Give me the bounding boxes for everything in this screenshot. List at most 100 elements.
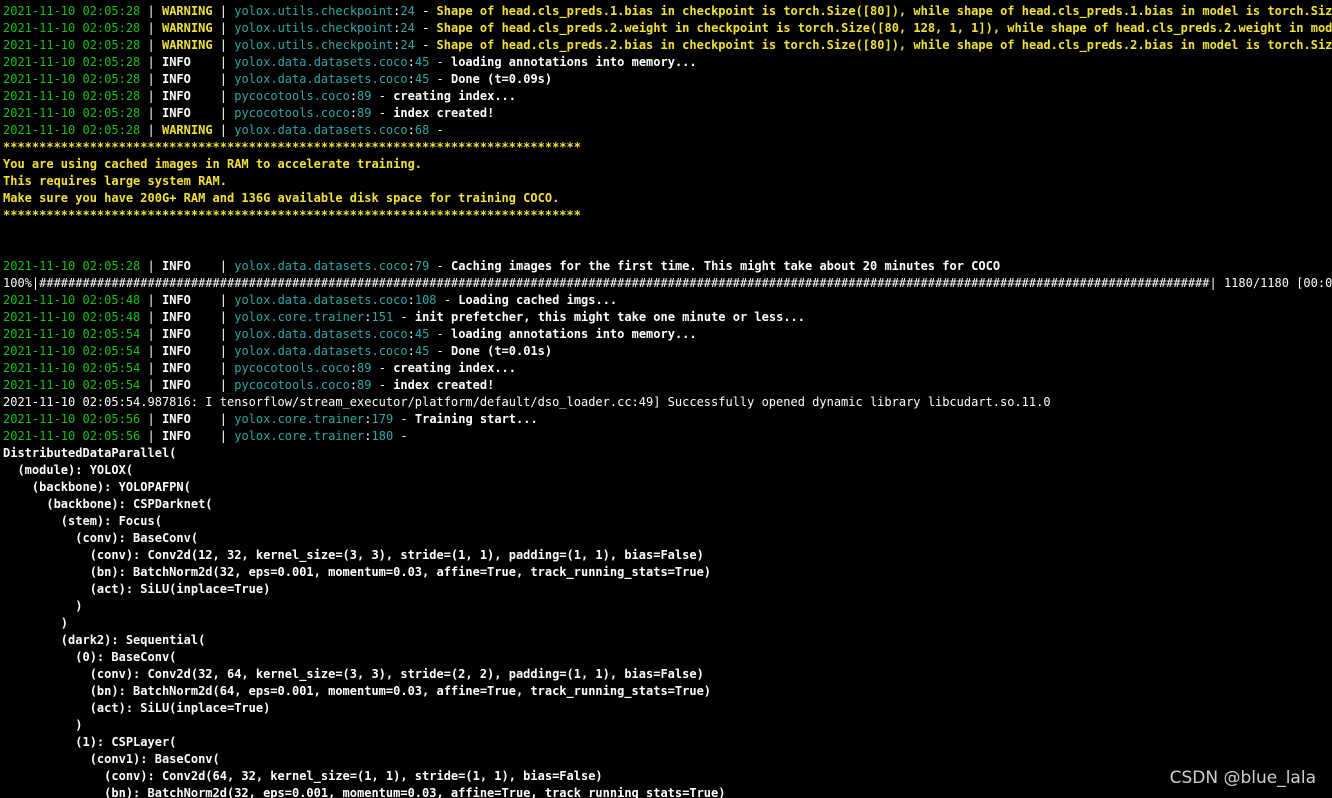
warning-banner-line: ****************************************… bbox=[3, 139, 581, 156]
log-module: yolox.data.datasets.coco bbox=[234, 344, 408, 358]
log-line: 2021-11-10 02:05:28 | WARNING | yolox.ut… bbox=[3, 20, 1332, 37]
model-tree-text: (conv): BaseConv( bbox=[3, 531, 199, 545]
log-timestamp: 2021-11-10 02:05:56 bbox=[3, 429, 141, 443]
log-line: 2021-11-10 02:05:28 | INFO | yolox.data.… bbox=[3, 71, 552, 88]
model-tree-text: (conv): Conv2d(32, 64, kernel_size=(3, 3… bbox=[3, 667, 704, 681]
model-tree-text: ) bbox=[3, 599, 83, 613]
log-line: 2021-11-10 02:05:54 | INFO | pycocotools… bbox=[3, 360, 516, 377]
log-dash: - bbox=[429, 55, 451, 69]
plain-text: 2021-11-10 02:05:54.987816: I tensorflow… bbox=[3, 395, 1051, 409]
log-message: index created! bbox=[393, 378, 495, 392]
log-timestamp: 2021-11-10 02:05:28 bbox=[3, 106, 141, 120]
log-message: index created! bbox=[393, 106, 495, 120]
log-dash: - bbox=[371, 378, 394, 392]
log-timestamp: 2021-11-10 02:05:28 bbox=[3, 4, 141, 18]
log-line: 2021-11-10 02:05:28 | WARNING | yolox.da… bbox=[3, 122, 451, 139]
log-colon: : bbox=[407, 293, 415, 307]
model-tree-text: (conv): Conv2d(64, 32, kernel_size=(1, 1… bbox=[3, 769, 603, 783]
log-separator: | bbox=[140, 378, 162, 392]
log-message: Done (t=0.09s) bbox=[450, 72, 553, 86]
log-message: loading annotations into memory... bbox=[450, 327, 697, 341]
model-tree-text: DistributedDataParallel( bbox=[3, 446, 177, 460]
log-line-number: 68 bbox=[414, 123, 430, 137]
warning-banner-line: ****************************************… bbox=[3, 207, 581, 224]
model-tree-text: (bn): BatchNorm2d(32, eps=0.001, momentu… bbox=[3, 786, 726, 798]
log-separator: | bbox=[140, 310, 162, 324]
log-level: INFO bbox=[161, 106, 220, 120]
log-timestamp: 2021-11-10 02:05:54 bbox=[3, 378, 141, 392]
log-message: loading annotations into memory... bbox=[450, 55, 697, 69]
log-timestamp: 2021-11-10 02:05:28 bbox=[3, 21, 141, 35]
log-level: INFO bbox=[161, 327, 220, 341]
log-line-number: 45 bbox=[414, 327, 430, 341]
log-module: yolox.utils.checkpoint bbox=[234, 38, 394, 52]
log-separator: | bbox=[140, 21, 162, 35]
log-separator: | bbox=[140, 293, 162, 307]
log-level: WARNING bbox=[161, 123, 220, 137]
warning-banner-line: This requires large system RAM. bbox=[3, 173, 227, 190]
log-level: INFO bbox=[161, 429, 220, 443]
model-tree-line: (module): YOLOX( bbox=[3, 462, 133, 479]
model-tree-text: (1): CSPLayer( bbox=[3, 735, 177, 749]
log-message: init prefetcher, this might take one min… bbox=[414, 310, 806, 324]
log-separator: | bbox=[140, 55, 162, 69]
log-module: yolox.data.datasets.coco bbox=[234, 123, 408, 137]
log-level: INFO bbox=[161, 55, 220, 69]
log-timestamp: 2021-11-10 02:05:28 bbox=[3, 259, 141, 273]
log-separator: | bbox=[219, 259, 235, 273]
banner-text: ****************************************… bbox=[3, 140, 581, 154]
log-separator: | bbox=[219, 123, 235, 137]
log-dash: - bbox=[393, 310, 415, 324]
model-tree-line: ) bbox=[3, 598, 82, 615]
log-line-number: 79 bbox=[414, 259, 430, 273]
log-message: Caching images for the first time. This … bbox=[450, 259, 1001, 273]
model-tree-line: DistributedDataParallel( bbox=[3, 445, 176, 462]
log-separator: | bbox=[219, 38, 235, 52]
log-dash: - bbox=[429, 123, 451, 137]
model-tree-line: (conv1): BaseConv( bbox=[3, 751, 220, 768]
log-dash: - bbox=[414, 38, 437, 52]
model-tree-line: (bn): BatchNorm2d(32, eps=0.001, momentu… bbox=[3, 785, 725, 798]
log-level: INFO bbox=[161, 72, 220, 86]
log-timestamp: 2021-11-10 02:05:28 bbox=[3, 72, 141, 86]
log-module: yolox.data.datasets.coco bbox=[234, 72, 408, 86]
log-message: Training start... bbox=[414, 412, 538, 426]
log-separator: | bbox=[140, 38, 162, 52]
banner-text: You are using cached images in RAM to ac… bbox=[3, 157, 423, 171]
model-tree-text: (backbone): YOLOPAFPN( bbox=[3, 480, 191, 494]
log-level: INFO bbox=[161, 293, 220, 307]
log-dash: - bbox=[436, 293, 459, 307]
log-level: INFO bbox=[161, 412, 220, 426]
log-timestamp: 2021-11-10 02:05:28 bbox=[3, 38, 141, 52]
log-timestamp: 2021-11-10 02:05:48 bbox=[3, 293, 141, 307]
log-message: creating index... bbox=[393, 361, 517, 375]
log-colon: : bbox=[407, 123, 415, 137]
log-line-number: 180 bbox=[371, 429, 394, 443]
log-line: 2021-11-10 02:05:28 | WARNING | yolox.ut… bbox=[3, 37, 1332, 54]
model-tree-text: ) bbox=[3, 616, 69, 630]
log-level: INFO bbox=[161, 344, 220, 358]
log-line-number: 24 bbox=[400, 38, 415, 52]
log-module: yolox.core.trainer bbox=[234, 429, 365, 443]
log-line: 2021-11-10 02:05:28 | WARNING | yolox.ut… bbox=[3, 3, 1332, 20]
log-colon: : bbox=[364, 429, 372, 443]
model-tree-line: (act): SiLU(inplace=True) bbox=[3, 700, 271, 717]
log-separator: | bbox=[219, 344, 235, 358]
log-message: creating index... bbox=[393, 89, 517, 103]
log-timestamp: 2021-11-10 02:05:54 bbox=[3, 327, 141, 341]
log-colon: : bbox=[407, 327, 415, 341]
log-colon: : bbox=[407, 72, 415, 86]
banner-text: Make sure you have 200G+ RAM and 136G av… bbox=[3, 191, 560, 205]
model-tree-line: (conv): Conv2d(12, 32, kernel_size=(3, 3… bbox=[3, 547, 704, 564]
log-line: 2021-11-10 02:05:56 | INFO | yolox.core.… bbox=[3, 428, 415, 445]
log-separator: | bbox=[219, 361, 235, 375]
model-tree-text: (module): YOLOX( bbox=[3, 463, 134, 477]
log-line: 2021-11-10 02:05:56 | INFO | yolox.core.… bbox=[3, 411, 538, 428]
log-module: pycocotools.coco bbox=[234, 89, 350, 103]
log-timestamp: 2021-11-10 02:05:54 bbox=[3, 344, 141, 358]
log-dash: - bbox=[371, 89, 394, 103]
warning-banner-line: Make sure you have 200G+ RAM and 136G av… bbox=[3, 190, 559, 207]
log-module: yolox.data.datasets.coco bbox=[234, 327, 408, 341]
log-dash: - bbox=[429, 259, 451, 273]
log-module: yolox.data.datasets.coco bbox=[234, 259, 408, 273]
